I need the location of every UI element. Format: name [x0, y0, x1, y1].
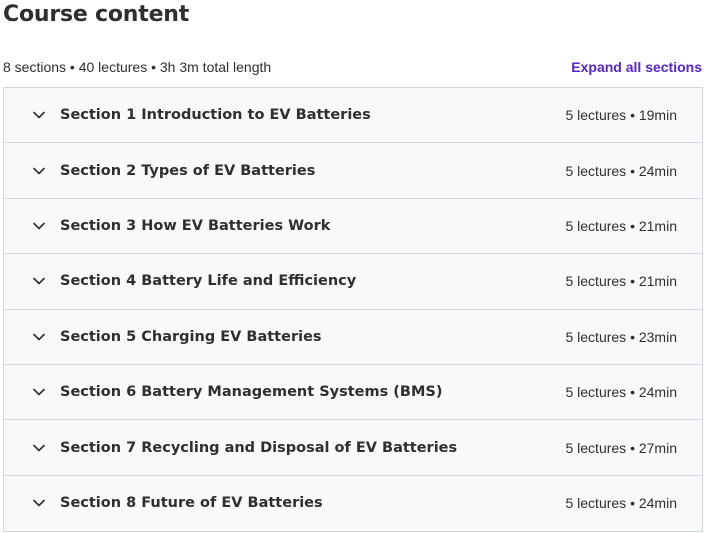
section-header-2[interactable]: Section 2 Types of EV Batteries 5 lectur…	[4, 143, 702, 199]
chevron-down-icon	[32, 496, 46, 510]
chevron-down-icon	[32, 274, 46, 288]
section-meta: 5 lectures • 21min	[565, 273, 677, 290]
chevron-down-icon	[32, 385, 46, 399]
chevron-down-icon	[32, 330, 46, 344]
chevron-down-icon	[32, 108, 46, 122]
section-meta: 5 lectures • 24min	[565, 384, 677, 401]
expand-all-sections-button[interactable]: Expand all sections	[571, 59, 702, 75]
chevron-down-icon	[32, 441, 46, 455]
chevron-down-icon	[32, 164, 46, 178]
section-title: Section 5 Charging EV Batteries	[60, 328, 322, 345]
section-meta: 5 lectures • 24min	[565, 495, 677, 512]
section-title: Section 7 Recycling and Disposal of EV B…	[60, 439, 458, 456]
section-meta: 5 lectures • 21min	[565, 217, 677, 234]
chevron-down-icon	[32, 219, 46, 233]
page-title: Course content	[3, 2, 190, 27]
section-meta: 5 lectures • 27min	[565, 439, 677, 456]
section-header-6[interactable]: Section 6 Battery Management Systems (BM…	[4, 364, 702, 421]
section-header-3[interactable]: Section 3 How EV Batteries Work 5 lectur…	[4, 198, 702, 255]
section-meta: 5 lectures • 23min	[565, 328, 677, 345]
section-meta: 5 lectures • 19min	[565, 107, 677, 124]
section-title: Section 4 Battery Life and Efficiency	[60, 273, 357, 290]
course-summary: 8 sections • 40 lectures • 3h 3m total l…	[3, 59, 272, 75]
section-header-4[interactable]: Section 4 Battery Life and Efficiency 5 …	[4, 254, 702, 310]
section-title: Section 2 Types of EV Batteries	[60, 162, 316, 179]
section-header-7[interactable]: Section 7 Recycling and Disposal of EV B…	[4, 420, 702, 476]
section-header-5[interactable]: Section 5 Charging EV Batteries 5 lectur…	[4, 309, 702, 365]
section-title: Section 8 Future of EV Batteries	[60, 495, 323, 512]
section-title: Section 6 Battery Management Systems (BM…	[60, 384, 443, 401]
section-meta: 5 lectures • 24min	[565, 162, 677, 179]
section-header-8[interactable]: Section 8 Future of EV Batteries 5 lectu…	[4, 475, 702, 532]
section-header-1[interactable]: Section 1 Introduction to EV Batteries 5…	[4, 88, 702, 144]
section-list: Section 1 Introduction to EV Batteries 5…	[3, 87, 703, 533]
section-title: Section 3 How EV Batteries Work	[60, 217, 331, 234]
course-meta-row: 8 sections • 40 lectures • 3h 3m total l…	[3, 57, 702, 77]
section-title: Section 1 Introduction to EV Batteries	[60, 107, 371, 124]
